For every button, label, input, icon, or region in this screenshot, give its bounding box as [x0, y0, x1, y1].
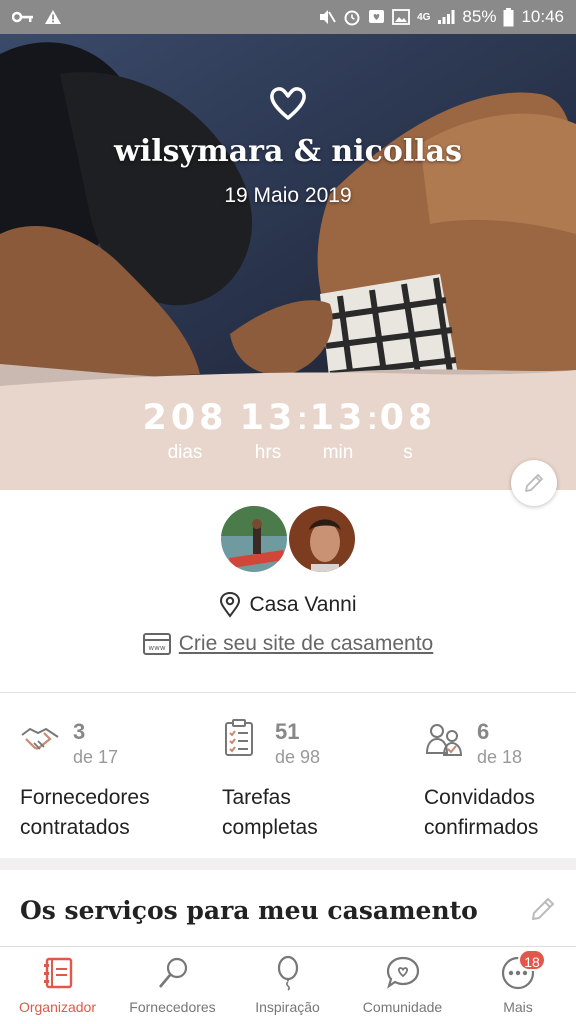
nav-comunidade[interactable]: Comunidade	[345, 947, 460, 1024]
pencil-icon[interactable]	[528, 894, 558, 924]
nav-label: Inspiração	[255, 999, 320, 1015]
venue-name: Casa Vanni	[249, 593, 357, 616]
battery-icon	[503, 7, 514, 27]
stat-count: 6	[477, 719, 490, 744]
planner-icon	[44, 957, 73, 989]
stat-label-line: Fornecedores	[20, 786, 150, 809]
chat-heart-notification-icon	[368, 9, 385, 26]
stat-count: 3	[73, 719, 86, 744]
stat-label-line: confirmados	[424, 816, 539, 839]
seconds-value: 08	[379, 398, 437, 438]
warning-icon	[44, 9, 62, 25]
stat-label: Convidados confirmados	[424, 783, 538, 843]
nav-label: Comunidade	[362, 999, 443, 1015]
nav-fornecedores[interactable]: Fornecedores	[115, 947, 230, 1024]
hours-value: 13	[239, 398, 297, 438]
days-label: dias	[167, 442, 203, 463]
stat-label: Tarefas completas	[222, 783, 318, 843]
stat-label-line: Convidados	[424, 786, 535, 809]
nav-label: Mais	[503, 999, 533, 1015]
nav-label: Fornecedores	[129, 999, 216, 1015]
bottom-nav: Organizador Fornecedores Inspiração Comu…	[0, 946, 576, 1024]
status-bar: 4G 85% 10:46	[0, 0, 576, 34]
network-label: 4G	[417, 11, 431, 23]
chat-heart-icon	[386, 956, 420, 989]
create-site-text: Crie seu site de casamento	[178, 632, 434, 655]
create-site-link[interactable]: www Crie seu site de casamento	[0, 632, 576, 656]
edit-cover-button[interactable]	[511, 460, 557, 506]
battery-percent: 85%	[462, 7, 497, 26]
cover-photo[interactable]: wilsymara & nicollas 19 Maio 2019	[0, 34, 576, 386]
separator: :	[297, 400, 308, 436]
key-icon	[12, 10, 34, 24]
stat-label-line: contratados	[20, 816, 130, 839]
signal-icon	[437, 9, 455, 25]
countdown-minutes: 13 min	[308, 398, 368, 464]
nav-inspiracao[interactable]: Inspiração	[230, 947, 345, 1024]
countdown-days: 208 dias	[140, 398, 230, 464]
stats-row: 3 de 17 Fornecedores contratados 51 de 9…	[0, 693, 576, 858]
clock: 10:46	[521, 7, 564, 26]
balloon-icon	[277, 955, 299, 991]
services-title: Os serviços para meu casamento	[20, 896, 478, 925]
svg-text:www: www	[148, 644, 165, 652]
magnifier-icon	[159, 957, 188, 988]
notification-badge: 18	[518, 949, 546, 971]
wedding-date: 19 Maio 2019	[224, 184, 352, 207]
guests-icon	[425, 724, 463, 756]
location-pin-icon	[220, 592, 241, 618]
app-screen: 4G 85% 10:46 wilsymara & nicollas 19 Mai…	[0, 0, 576, 1024]
bride-avatar[interactable]	[219, 504, 289, 574]
couple-names: wilsymara & nicollas	[114, 134, 462, 169]
venue[interactable]: Casa Vanni	[0, 592, 576, 618]
checklist-icon	[225, 719, 253, 756]
services-section: Os serviços para meu casamento	[0, 870, 576, 946]
stat-label-line: completas	[222, 816, 318, 839]
handshake-icon	[21, 727, 59, 750]
nav-label: Organizador	[18, 999, 97, 1015]
stat-total: de 18	[477, 747, 523, 767]
image-icon	[392, 9, 410, 25]
section-gap	[0, 858, 576, 870]
minutes-label: min	[322, 442, 354, 463]
groom-avatar[interactable]	[287, 504, 357, 574]
countdown-hours: 13 hrs	[238, 398, 298, 464]
stat-total: de 98	[275, 747, 321, 767]
seconds-label: s	[403, 442, 413, 463]
minutes-value: 13	[309, 398, 367, 438]
countdown: 208 dias 13 hrs : 13 min : 08 s	[0, 370, 576, 490]
days-value: 208	[142, 398, 228, 438]
stat-count: 51	[275, 719, 300, 744]
website-icon: www	[142, 633, 171, 655]
pencil-icon	[525, 474, 543, 492]
nav-mais[interactable]: 18 Mais	[460, 947, 576, 1024]
mute-icon	[318, 9, 336, 25]
stat-label-line: Tarefas	[222, 786, 291, 809]
alarm-icon	[343, 8, 361, 26]
heart-icon	[270, 87, 306, 120]
nav-organizador[interactable]: Organizador	[0, 947, 115, 1024]
profile-section: Casa Vanni www Crie seu site de casament…	[0, 490, 576, 692]
separator: :	[367, 400, 378, 436]
stat-total: de 17	[73, 747, 119, 767]
countdown-seconds: 08 s	[378, 398, 438, 464]
hours-label: hrs	[254, 442, 282, 463]
stat-label: Fornecedores contratados	[20, 783, 150, 843]
